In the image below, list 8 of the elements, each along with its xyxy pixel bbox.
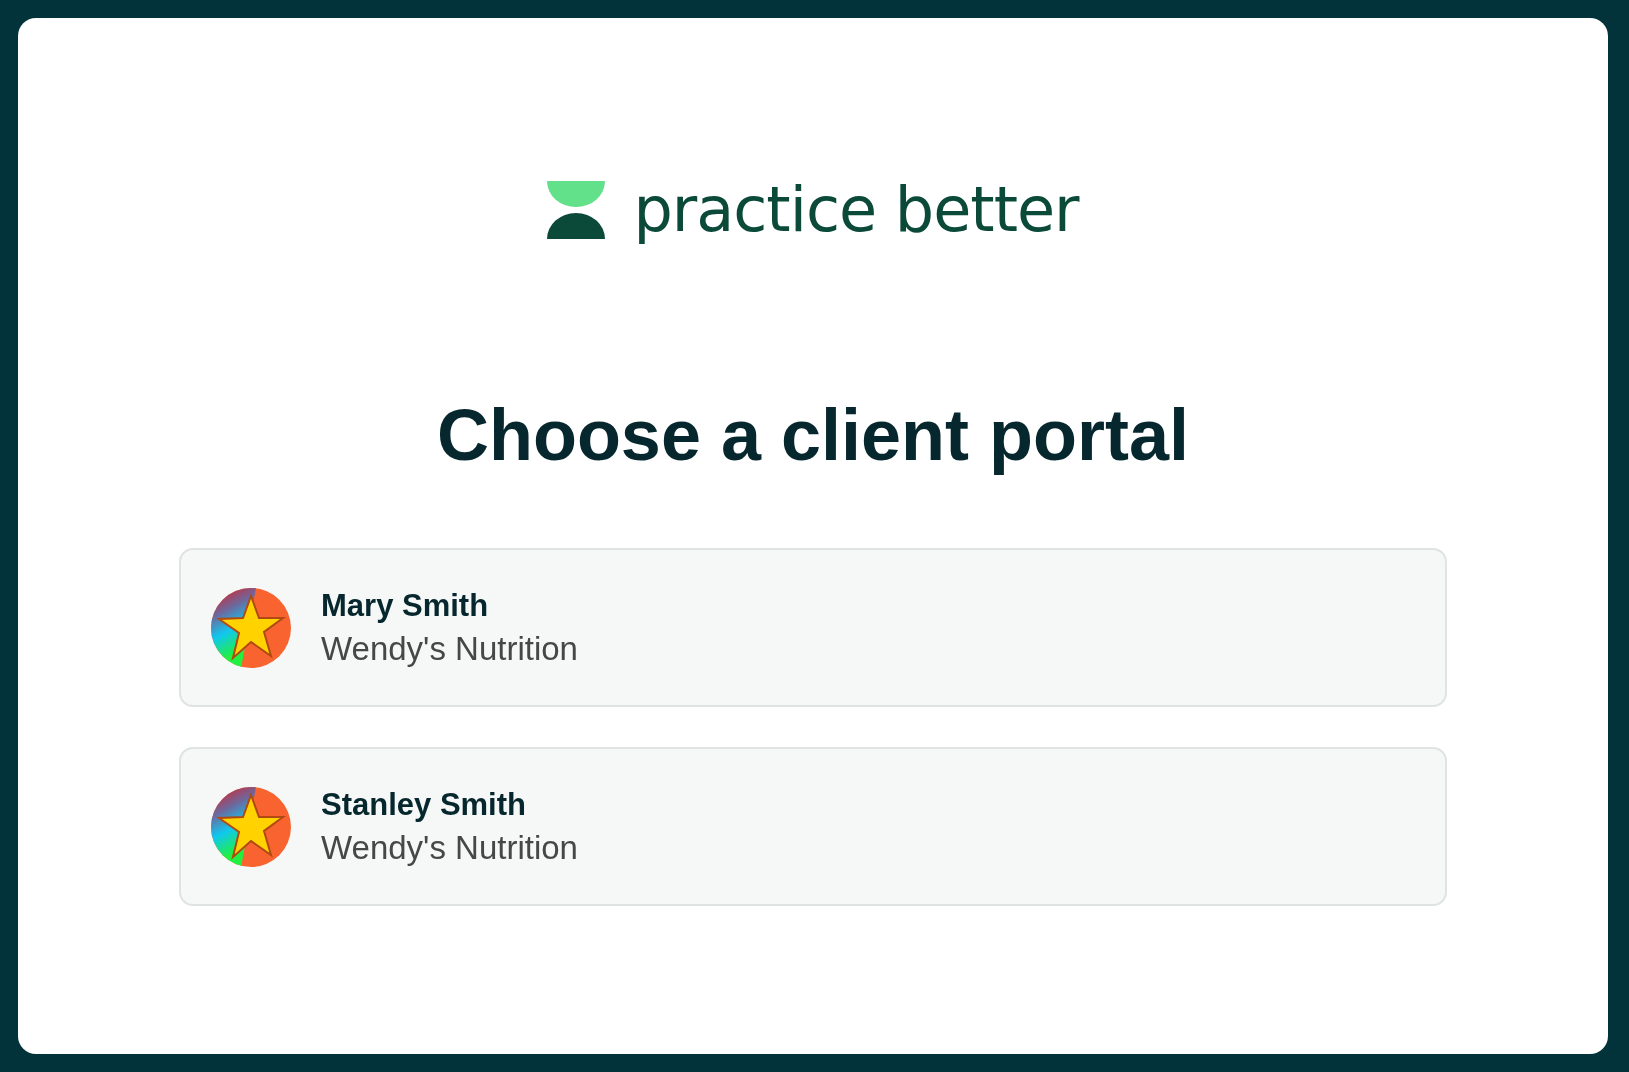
client-name: Stanley Smith [321, 786, 527, 823]
portal-option[interactable]: Mary Smith Wendy's Nutrition [179, 548, 1447, 708]
portal-option[interactable]: Stanley Smith Wendy's Nutrition [179, 747, 1447, 907]
page-heading: Choose a client portal [436, 394, 1190, 477]
practice-name: Wendy's Nutrition [321, 828, 578, 867]
client-name: Mary Smith [321, 587, 490, 624]
practice-name: Wendy's Nutrition [321, 629, 578, 668]
logo-icon [547, 181, 606, 239]
